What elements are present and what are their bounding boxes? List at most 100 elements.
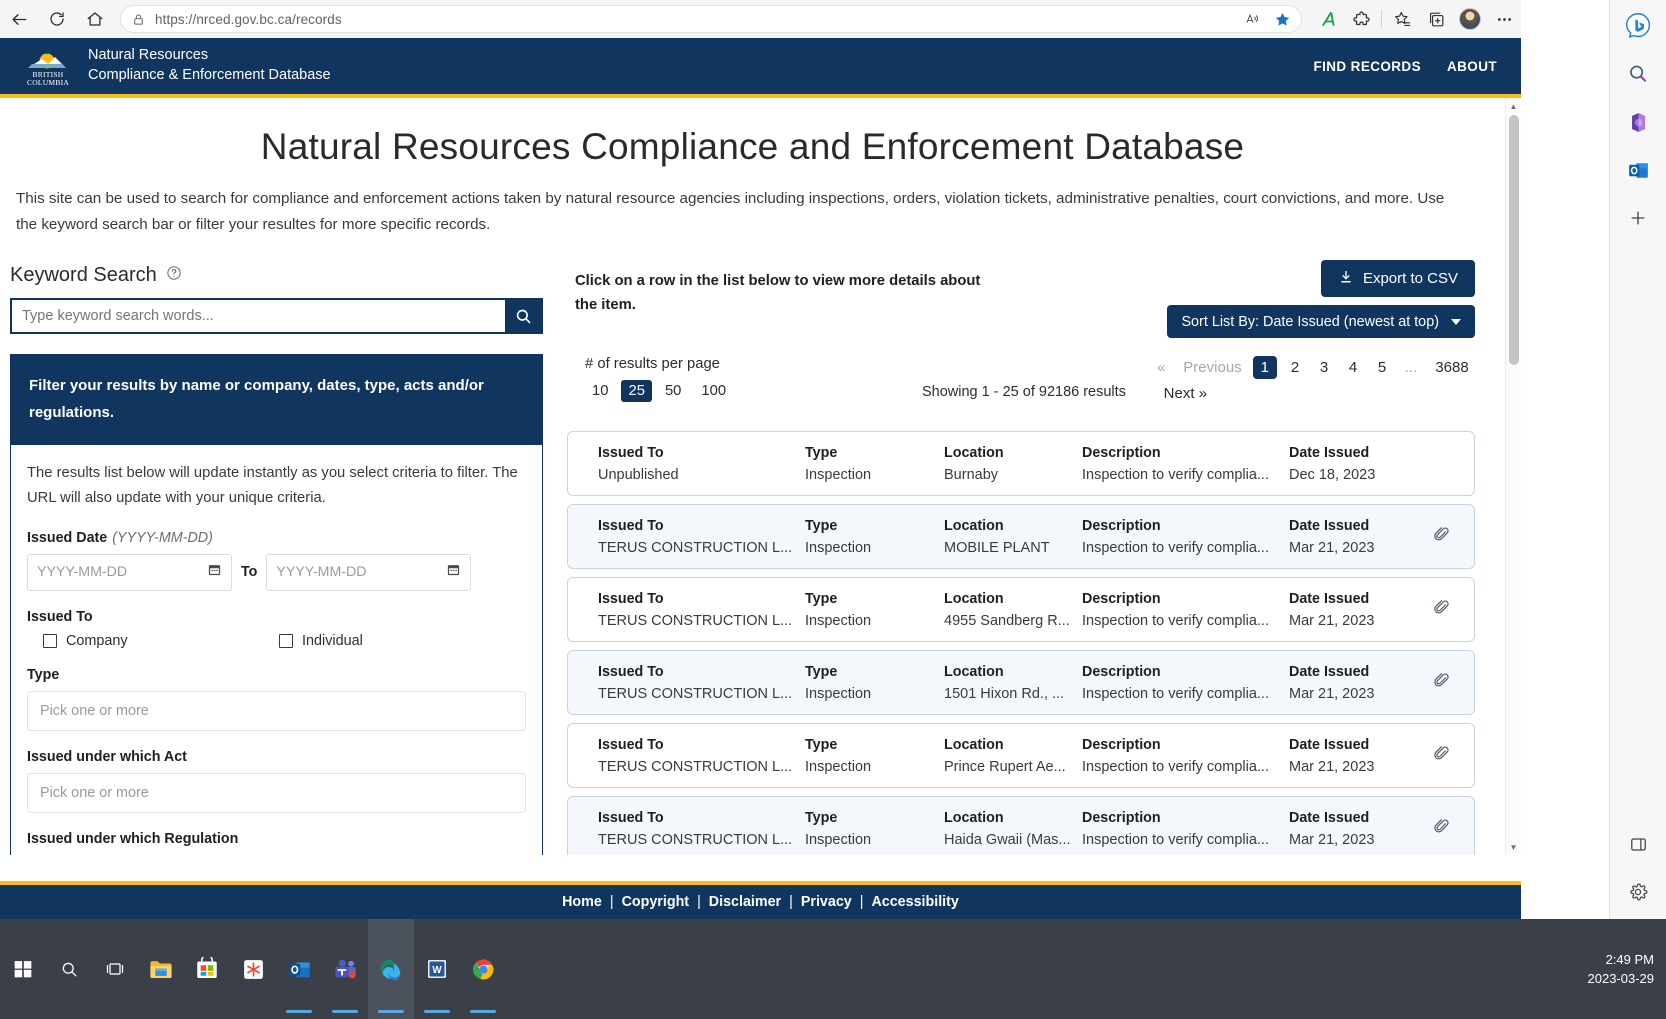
issued-date-hint: (YYYY-MM-DD)	[112, 529, 213, 546]
paperclip-icon[interactable]	[1433, 745, 1450, 767]
pagination-page-5[interactable]: 5	[1371, 357, 1393, 378]
issued-date-label-text: Issued Date	[27, 529, 108, 546]
star-filled-icon[interactable]	[1267, 5, 1297, 33]
checkbox-company[interactable]: Company	[27, 633, 279, 649]
page-intro-text: This site can be used to search for comp…	[16, 190, 1445, 234]
page-scrollbar[interactable]: ▲ ▼	[1505, 98, 1521, 855]
adblock-icon[interactable]	[1310, 0, 1344, 38]
paperclip-icon[interactable]	[1433, 672, 1450, 694]
results-per-page: # of results per page 10 25 50 100	[585, 356, 733, 403]
read-aloud-icon[interactable]	[1237, 5, 1267, 33]
col-header-description: Description	[1082, 590, 1161, 607]
bing-chat-icon[interactable]	[1619, 5, 1657, 47]
paperclip-icon[interactable]	[1433, 818, 1450, 840]
per-page-50[interactable]: 50	[658, 380, 688, 402]
microsoft-teams-icon[interactable]	[322, 919, 368, 1019]
add-icon[interactable]	[1619, 197, 1657, 239]
table-row[interactable]: Issued To TERUS CONSTRUCTION L... Type Ins…	[567, 723, 1475, 789]
scroll-down-arrow-icon[interactable]: ▼	[1506, 839, 1521, 855]
footer-link-copyright[interactable]: Copyright	[614, 894, 698, 910]
table-row[interactable]: Issued To Unpublished Type Inspection Loca…	[567, 431, 1475, 497]
table-row[interactable]: Issued To TERUS CONSTRUCTION L... Type Ins…	[567, 577, 1475, 643]
outlook-icon[interactable]	[1619, 149, 1657, 191]
outlook-icon[interactable]	[276, 919, 322, 1019]
col-header-date-issued: Date Issued	[1289, 444, 1370, 461]
page-title: Natural Resources Compliance and Enforce…	[260, 126, 1245, 167]
checkbox-box-icon[interactable]	[279, 633, 293, 648]
export-csv-button[interactable]: Export to CSV	[1320, 260, 1475, 298]
settings-gear-icon[interactable]	[1619, 871, 1657, 913]
type-filter-select[interactable]: Pick one or more	[27, 690, 526, 731]
per-page-100[interactable]: 100	[694, 380, 733, 402]
cell-description: Inspection to verify complia...	[1082, 831, 1269, 848]
nav-find-records[interactable]: FIND RECORDS	[1313, 59, 1421, 74]
checkbox-individual[interactable]: Individual	[279, 633, 363, 649]
help-circle-icon[interactable]	[166, 264, 182, 287]
pagination-page-4[interactable]: 4	[1342, 357, 1364, 378]
search-input[interactable]	[12, 300, 505, 333]
footer-link-accessibility[interactable]: Accessibility	[863, 894, 966, 910]
table-row[interactable]: Issued To TERUS CONSTRUCTION L... Type Ins…	[567, 796, 1475, 855]
filter-panel: Filter your results by name or company, …	[10, 354, 543, 855]
per-page-10[interactable]: 10	[585, 380, 615, 402]
file-explorer-icon[interactable]	[138, 919, 184, 1019]
pagination-previous[interactable]: Previous	[1179, 357, 1245, 378]
sparkle-app-icon[interactable]	[230, 919, 276, 1019]
footer-link-home[interactable]: Home	[554, 894, 610, 910]
microsoft-store-icon[interactable]	[184, 919, 230, 1019]
footer-link-privacy[interactable]: Privacy	[793, 894, 860, 910]
issued-date-to-field[interactable]: YYYY-MM-DD	[266, 553, 472, 591]
search-filter-column: Keyword Search Filter your results by na…	[10, 264, 555, 855]
results-column: Click on a row in the list below to view…	[555, 260, 1487, 855]
profile-avatar[interactable]	[1453, 0, 1487, 38]
act-filter-select[interactable]: Pick one or more	[27, 772, 526, 813]
google-chrome-icon[interactable]	[460, 919, 506, 1019]
calendar-icon[interactable]	[207, 562, 222, 582]
type-filter-label: Type	[27, 666, 60, 683]
pagination-page-last[interactable]: 3688	[1429, 357, 1475, 378]
scroll-up-arrow-icon[interactable]: ▲	[1506, 98, 1521, 114]
microsoft-word-icon[interactable]: W	[414, 919, 460, 1019]
search-icon[interactable]	[46, 919, 92, 1019]
col-header-description: Description	[1082, 517, 1161, 534]
cell-issued-to: TERUS CONSTRUCTION L...	[598, 685, 793, 702]
footer-link-disclaimer[interactable]: Disclaimer	[701, 894, 789, 910]
microsoft-edge-icon[interactable]	[368, 919, 414, 1019]
col-header-date-issued: Date Issued	[1289, 736, 1370, 753]
taskbar-clock[interactable]: 2:49 PM 2023-03-29	[1588, 950, 1666, 989]
search-icon[interactable]	[1619, 53, 1657, 95]
sort-list-dropdown[interactable]: Sort List By: Date Issued (newest at top…	[1167, 305, 1475, 339]
table-row[interactable]: Issued To TERUS CONSTRUCTION L... Type Ins…	[567, 650, 1475, 716]
per-page-25[interactable]: 25	[621, 380, 652, 403]
scrollbar-thumb[interactable]	[1509, 115, 1519, 365]
more-options-icon[interactable]	[1487, 0, 1521, 38]
col-header-type: Type	[805, 517, 838, 534]
pagination-next[interactable]: Next »	[1164, 385, 1207, 402]
back-arrow-icon[interactable]	[0, 0, 38, 38]
task-view-icon[interactable]	[92, 919, 138, 1019]
pagination-page-2[interactable]: 2	[1284, 357, 1306, 378]
paperclip-icon[interactable]	[1433, 599, 1450, 621]
sidebar-toggle-icon[interactable]	[1619, 823, 1657, 865]
issued-date-from-field[interactable]: YYYY-MM-DD	[27, 553, 232, 591]
pagination-page-3[interactable]: 3	[1313, 357, 1335, 378]
refresh-icon[interactable]	[38, 0, 76, 38]
table-row[interactable]: Issued To TERUS CONSTRUCTION L... Type Ins…	[567, 504, 1475, 570]
pagination-page-1[interactable]: 1	[1252, 356, 1277, 380]
checkbox-box-icon[interactable]	[43, 633, 57, 648]
extensions-icon[interactable]	[1344, 0, 1378, 38]
address-bar[interactable]: https://nrced.gov.bc.ca/records	[120, 5, 1302, 33]
start-button-icon[interactable]	[0, 919, 46, 1019]
search-submit-button[interactable]	[505, 300, 541, 333]
calendar-icon[interactable]	[446, 562, 461, 582]
favorites-icon[interactable]	[1385, 0, 1419, 38]
nav-about[interactable]: ABOUT	[1447, 59, 1497, 74]
cell-date-issued: Mar 21, 2023	[1289, 685, 1375, 702]
col-header-location: Location	[944, 590, 1004, 607]
collections-icon[interactable]	[1419, 0, 1453, 38]
home-icon[interactable]	[76, 0, 114, 38]
paperclip-icon[interactable]	[1433, 526, 1450, 548]
checkbox-individual-label: Individual	[302, 632, 363, 649]
microsoft-365-icon[interactable]	[1619, 101, 1657, 143]
cell-date-issued: Dec 18, 2023	[1289, 466, 1376, 483]
